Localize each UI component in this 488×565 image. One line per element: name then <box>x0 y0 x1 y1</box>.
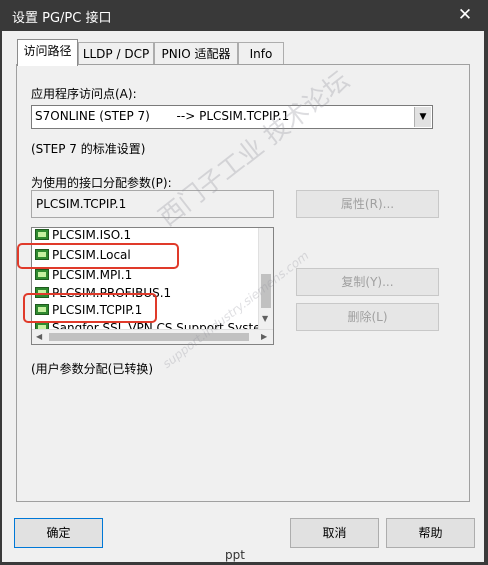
interface-field-value: PLCSIM.TCPIP.1 <box>36 197 127 211</box>
dropdown-arrow-icon[interactable]: ▼ <box>414 107 431 127</box>
tab-lldp-dcp[interactable]: LLDP / DCP <box>78 42 154 64</box>
scroll-thumb[interactable] <box>49 333 249 341</box>
window-title: 设置 PG/PC 接口 <box>12 11 112 26</box>
tab-access-path[interactable]: 访问路径 <box>17 39 78 66</box>
highlight-box <box>23 293 157 323</box>
ok-button[interactable]: 确定 <box>14 518 103 548</box>
interface-label: 为使用的接口分配参数(P): <box>31 176 172 190</box>
network-adapter-icon <box>35 229 49 240</box>
access-point-dropdown[interactable]: S7ONLINE (STEP 7) --> PLCSIM.TCPIP.1 ▼ <box>31 105 433 129</box>
access-point-label: 应用程序访问点(A): <box>31 87 137 101</box>
close-icon[interactable]: ✕ <box>452 3 478 27</box>
access-point-value: S7ONLINE (STEP 7) --> PLCSIM.TCPIP.1 <box>35 109 290 123</box>
highlight-box <box>17 243 179 269</box>
help-button[interactable]: 帮助 <box>386 518 475 548</box>
scroll-left-icon[interactable]: ◀ <box>36 332 42 341</box>
standard-setting-note: (STEP 7 的标准设置) <box>31 142 146 156</box>
scroll-down-icon[interactable]: ▼ <box>262 314 268 323</box>
tab-pnio-adapter[interactable]: PNIO 适配器 <box>154 42 238 64</box>
tab-info[interactable]: Info <box>238 42 284 64</box>
bottom-text: ppt <box>225 548 245 562</box>
horizontal-scrollbar[interactable]: ◀ ▶ <box>32 329 273 344</box>
delete-button[interactable]: 删除(L) <box>296 303 439 331</box>
scroll-right-icon[interactable]: ▶ <box>261 332 267 341</box>
network-adapter-icon <box>35 269 49 280</box>
copy-button[interactable]: 复制(Y)... <box>296 268 439 296</box>
list-item[interactable]: PLCSIM.ISO.1 <box>32 228 262 244</box>
cancel-button[interactable]: 取消 <box>290 518 379 548</box>
properties-button[interactable]: 属性(R)... <box>296 190 439 218</box>
user-param-note: (用户参数分配(已转换) <box>31 362 154 376</box>
